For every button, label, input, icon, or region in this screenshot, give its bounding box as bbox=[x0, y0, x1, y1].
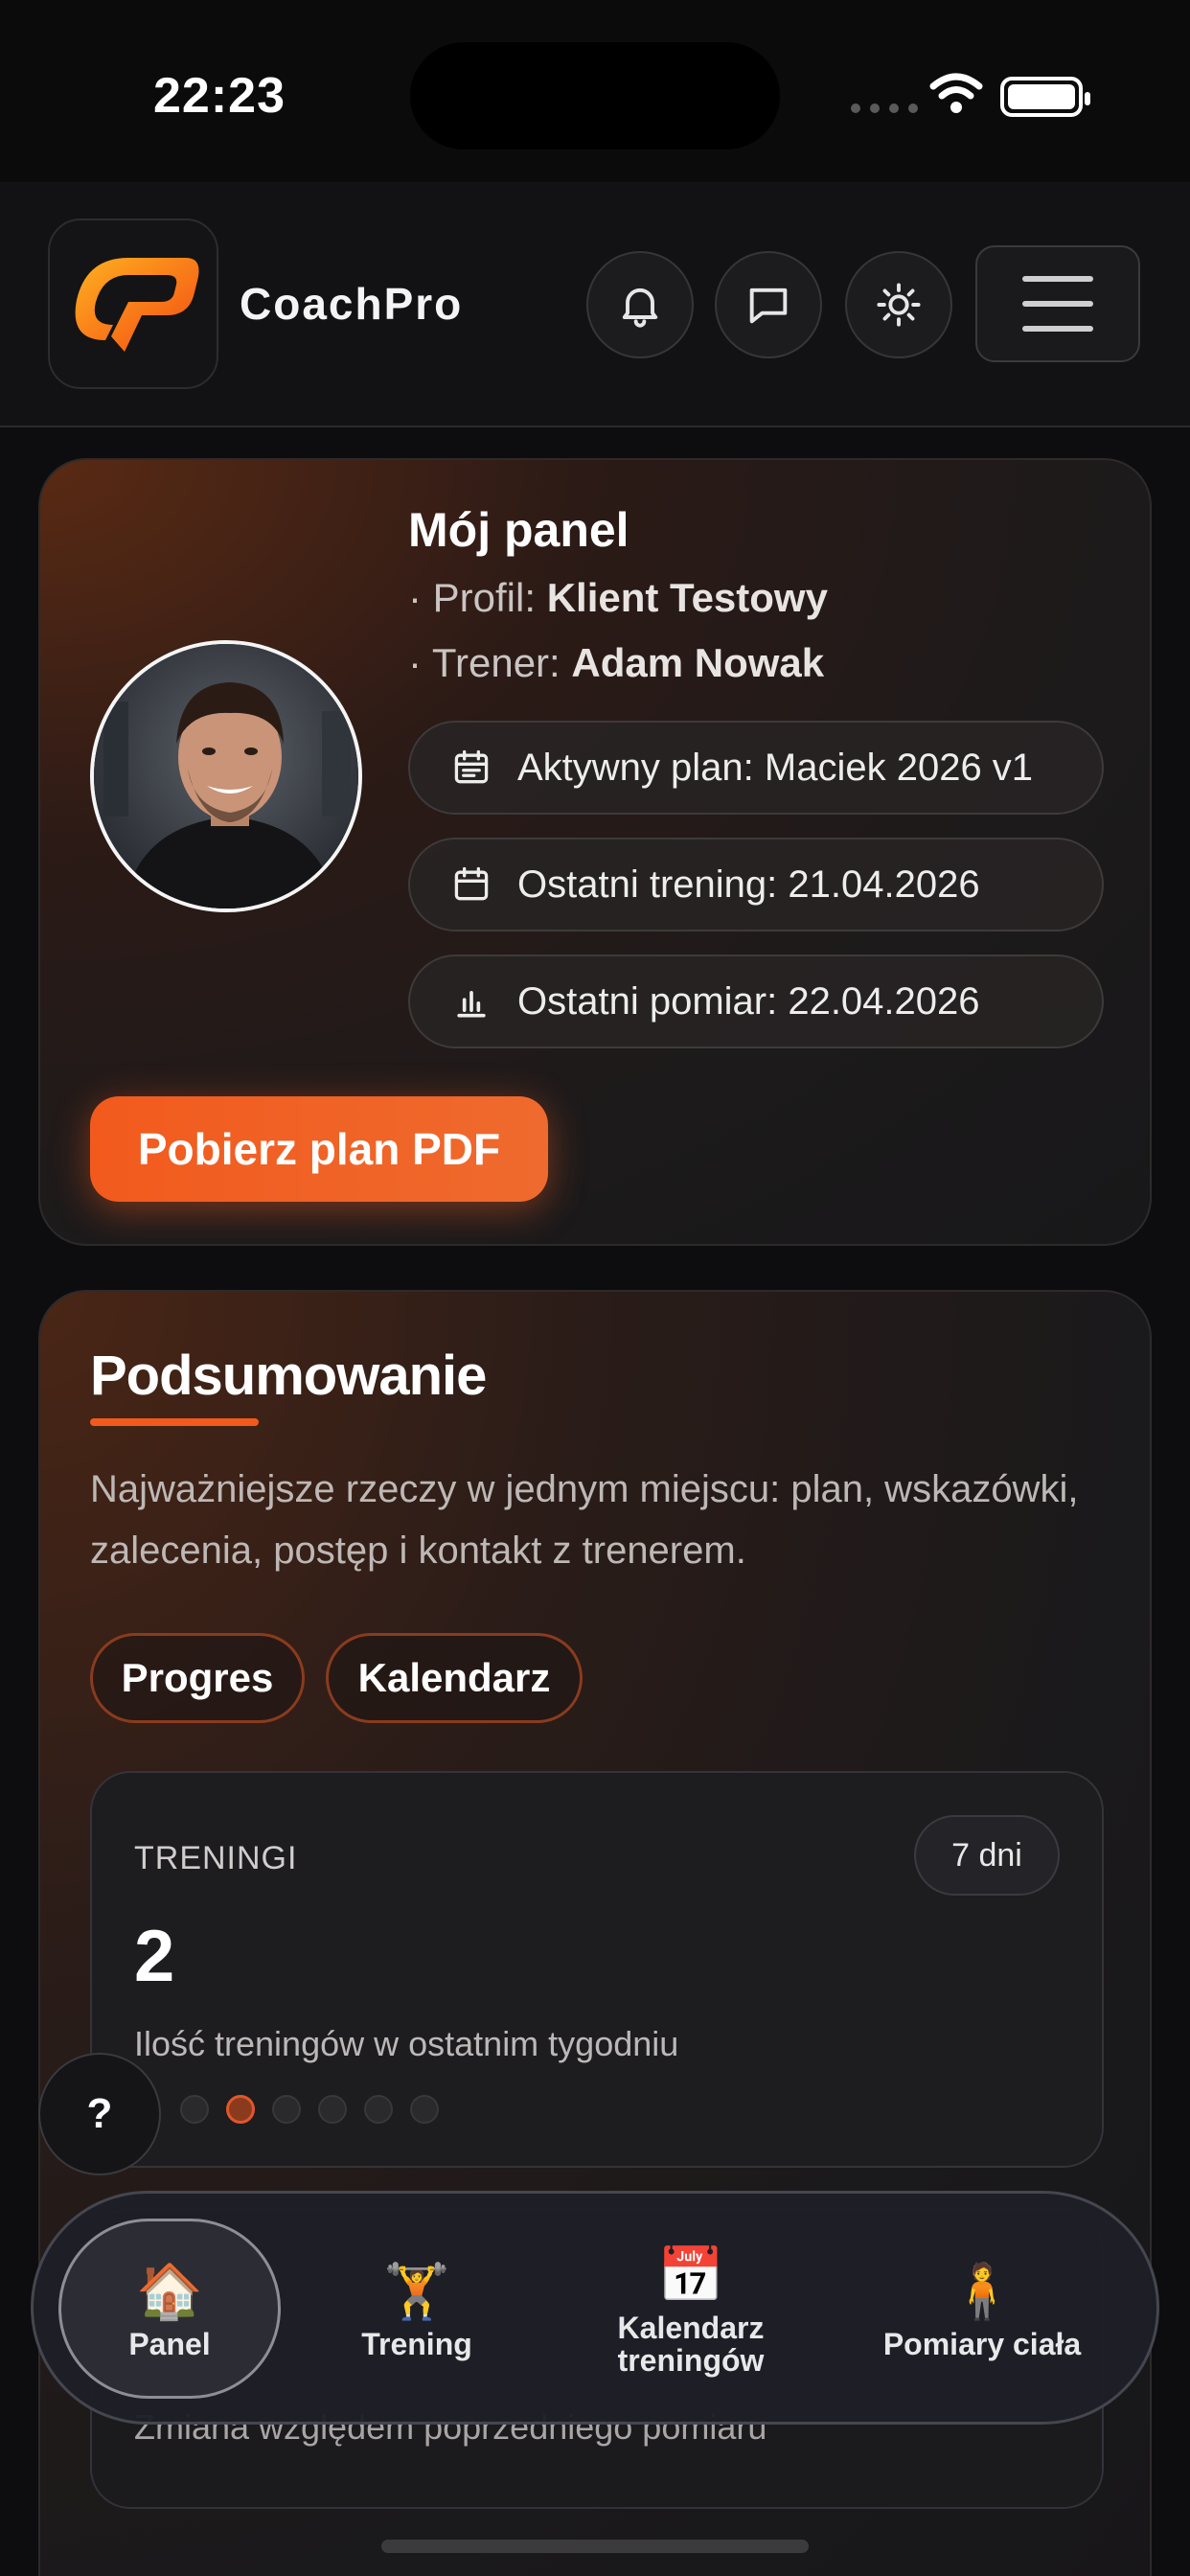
nav-panel[interactable]: 🏠 Panel bbox=[58, 2194, 281, 2427]
app-header: CoachPro bbox=[0, 182, 1190, 427]
period-badge: 7 dni bbox=[914, 1815, 1060, 1896]
bottom-navigation: 🏠 Panel 🏋️ Trening 📅 Kalendarz treningów… bbox=[31, 2191, 1159, 2425]
carousel-dots bbox=[180, 2095, 439, 2124]
trainer-line: · Trener: Adam Nowak bbox=[408, 640, 825, 685]
status-bar: 22:23 bbox=[0, 0, 1190, 182]
hamburger-menu-button[interactable] bbox=[975, 245, 1140, 362]
panel-title: Mój panel bbox=[408, 503, 629, 557]
nav-label: Pomiary ciała bbox=[882, 2327, 1082, 2361]
messages-button[interactable] bbox=[715, 251, 822, 358]
summary-description: Najważniejsze rzeczy w jednym miejscu: p… bbox=[90, 1468, 1079, 1572]
avatar bbox=[90, 640, 362, 912]
calendar-icon bbox=[454, 866, 489, 901]
nav-label: Trening bbox=[361, 2327, 472, 2361]
menu-line bbox=[1022, 326, 1093, 332]
profile-card: Mój panel · Profil: Klient Testowy · Tre… bbox=[38, 458, 1152, 1246]
carousel-dot[interactable] bbox=[364, 2095, 393, 2124]
home-indicator[interactable] bbox=[381, 2540, 809, 2553]
carousel-dot-active[interactable] bbox=[226, 2095, 255, 2124]
wifi-icon bbox=[929, 73, 983, 113]
battery-icon bbox=[1000, 77, 1090, 117]
brand-name: CoachPro bbox=[240, 279, 464, 329]
nav-trening[interactable]: 🏋️ Trening bbox=[311, 2194, 522, 2427]
trainings-stat-card[interactable]: TRENINGI 7 dni 2 Ilość treningów w ostat… bbox=[90, 1771, 1104, 2168]
stat-value: 2 bbox=[134, 1916, 175, 1997]
active-plan-pill[interactable]: Aktywny plan: Maciek 2026 v1 bbox=[408, 721, 1104, 815]
calendar-icon: 📅 bbox=[657, 2244, 724, 2305]
carousel-dot[interactable] bbox=[410, 2095, 439, 2124]
person-icon: 🧍 bbox=[949, 2261, 1016, 2321]
carousel-dot[interactable] bbox=[180, 2095, 209, 2124]
menu-line bbox=[1022, 276, 1093, 282]
cellular-signal-icon bbox=[851, 104, 918, 113]
weightlifter-icon: 🏋️ bbox=[383, 2261, 450, 2321]
bell-icon bbox=[622, 288, 658, 328]
download-pdf-button[interactable]: Pobierz plan PDF bbox=[90, 1096, 548, 1202]
last-measurement-pill[interactable]: Ostatni pomiar: 22.04.2026 bbox=[408, 954, 1104, 1048]
nav-pomiary[interactable]: 🧍 Pomiary ciała bbox=[838, 2194, 1126, 2427]
trainer-name: Adam Nowak bbox=[571, 640, 825, 685]
last-training-pill[interactable]: Ostatni trening: 21.04.2026 bbox=[408, 838, 1104, 932]
help-button[interactable]: ? bbox=[38, 2053, 161, 2175]
active-plan-text: Aktywny plan: Maciek 2026 v1 bbox=[517, 746, 1034, 789]
profile-line: · Profil: Klient Testowy bbox=[408, 575, 828, 620]
chip-kalendarz[interactable]: Kalendarz bbox=[326, 1633, 583, 1723]
theme-toggle-button[interactable] bbox=[845, 251, 952, 358]
status-time: 22:23 bbox=[153, 68, 286, 124]
stat-description: Ilość treningów w ostatnim tygodniu bbox=[134, 2024, 679, 2063]
logo[interactable] bbox=[48, 218, 218, 389]
chat-icon bbox=[749, 288, 788, 324]
last-training-text: Ostatni trening: 21.04.2026 bbox=[517, 862, 980, 906]
stat-label: TRENINGI bbox=[134, 1840, 298, 1876]
bar-chart-icon bbox=[457, 991, 486, 1018]
title-underline bbox=[90, 1418, 259, 1426]
sun-icon bbox=[877, 283, 921, 327]
nav-label: Panel bbox=[128, 2327, 211, 2361]
notifications-button[interactable] bbox=[586, 251, 694, 358]
menu-line bbox=[1022, 301, 1093, 307]
summary-title: Podsumowanie bbox=[90, 1345, 487, 1407]
nav-label: Kalendarz treningów bbox=[617, 2311, 765, 2378]
carousel-dot[interactable] bbox=[318, 2095, 347, 2124]
last-measurement-text: Ostatni pomiar: 22.04.2026 bbox=[517, 979, 980, 1023]
nav-kalendarz[interactable]: 📅 Kalendarz treningów bbox=[562, 2194, 819, 2427]
house-icon: 🏠 bbox=[136, 2261, 203, 2321]
chip-progres[interactable]: Progres bbox=[90, 1633, 305, 1723]
calendar-list-icon bbox=[454, 749, 489, 784]
dynamic-island bbox=[410, 42, 780, 150]
client-name: Klient Testowy bbox=[546, 575, 828, 620]
carousel-dot[interactable] bbox=[272, 2095, 301, 2124]
coachpro-logo-icon bbox=[75, 258, 199, 352]
